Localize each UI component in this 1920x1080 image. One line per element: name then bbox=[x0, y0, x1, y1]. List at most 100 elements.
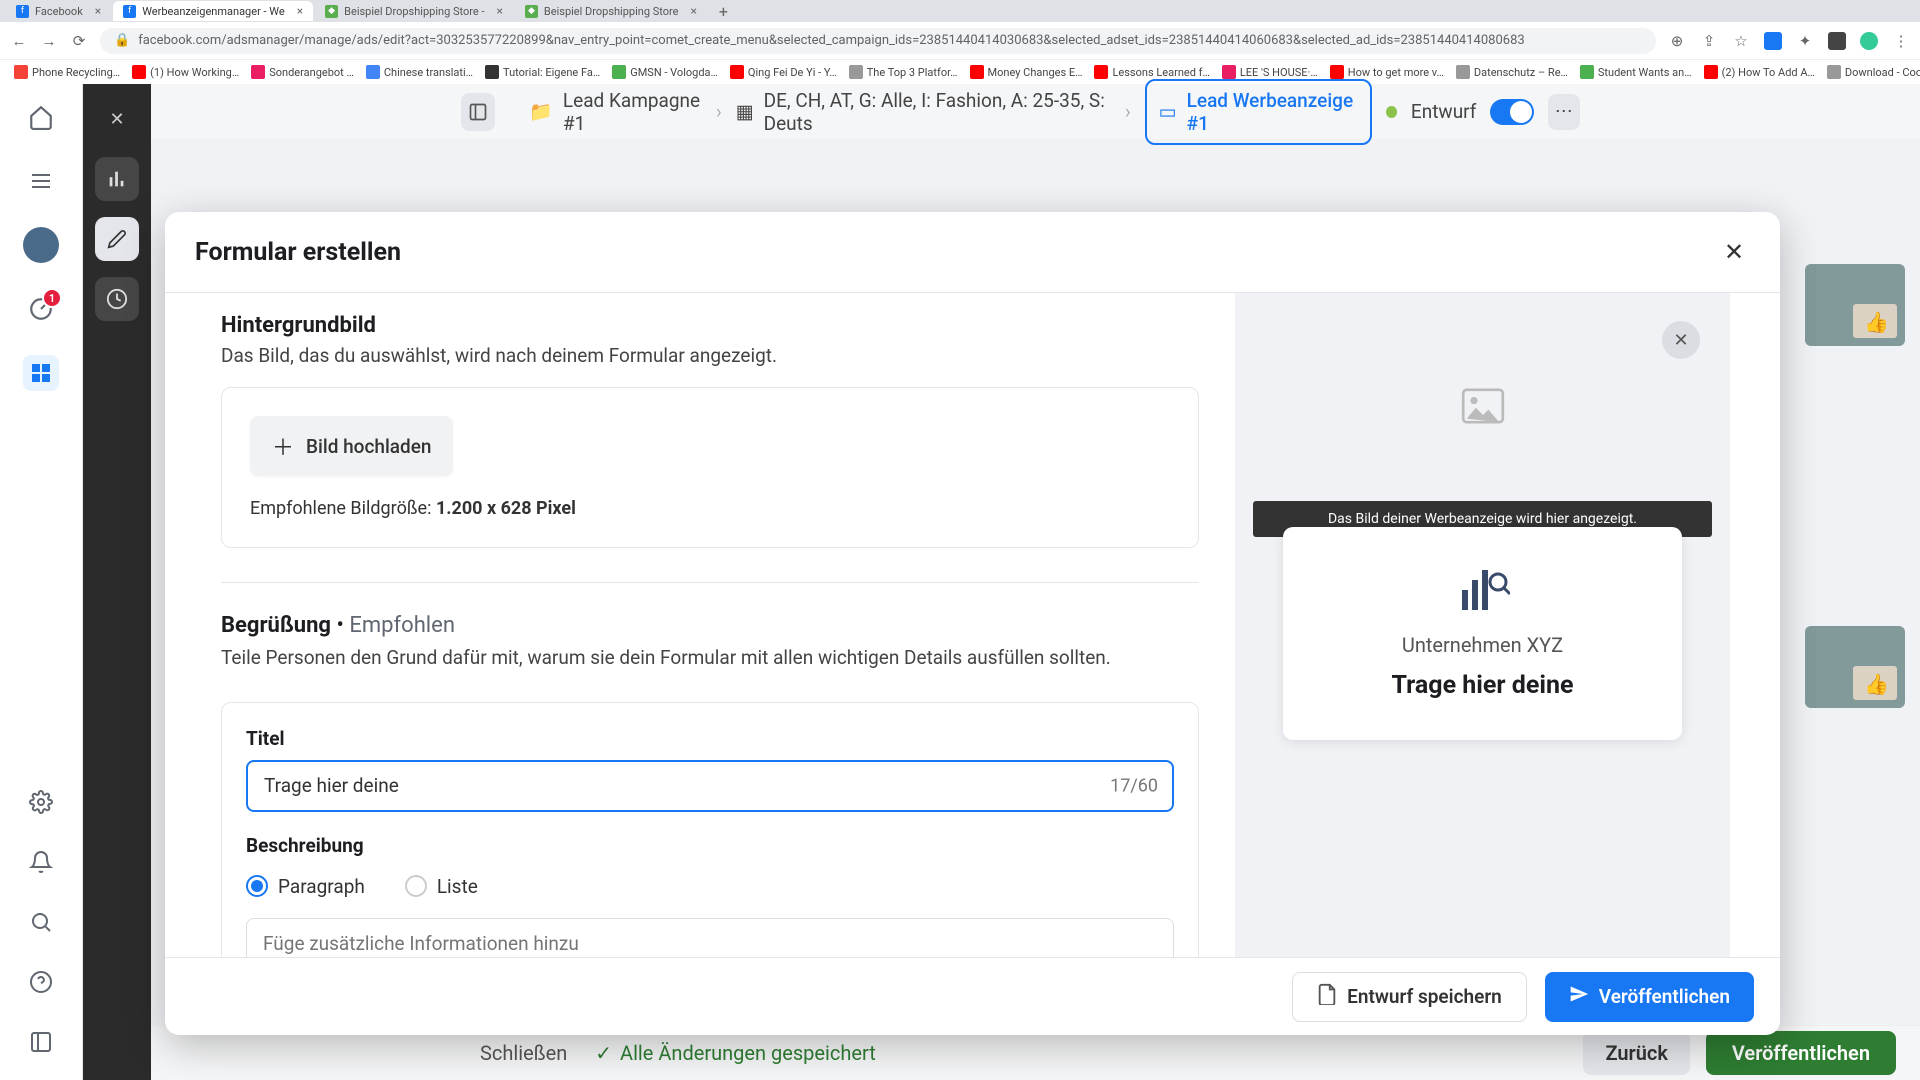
bookmark-item[interactable]: Download - Cooki… bbox=[1823, 63, 1920, 81]
bookmark-item[interactable]: (2) How To Add A… bbox=[1700, 63, 1819, 81]
back-button[interactable]: Zurück bbox=[1583, 1031, 1689, 1075]
preview-image-placeholder bbox=[1253, 311, 1712, 501]
panel-icon[interactable] bbox=[461, 93, 495, 131]
file-icon bbox=[1317, 983, 1337, 1010]
search-icon[interactable] bbox=[23, 904, 59, 940]
radio-list[interactable]: Liste bbox=[405, 875, 478, 898]
url-input[interactable]: 🔒 facebook.com/adsmanager/manage/ads/edi… bbox=[100, 28, 1656, 54]
nav-back-icon[interactable]: ← bbox=[10, 32, 28, 50]
status-label: Entwurf bbox=[1411, 100, 1476, 123]
publish-button[interactable]: Veröffentlichen bbox=[1706, 1031, 1896, 1075]
preview-close-icon[interactable]: ✕ bbox=[1662, 321, 1700, 359]
tab-title: Facebook bbox=[35, 5, 83, 18]
bookmark-item[interactable]: Money Changes E… bbox=[966, 63, 1087, 81]
check-icon: ✓ bbox=[595, 1041, 612, 1065]
radio-paragraph[interactable]: Paragraph bbox=[246, 875, 365, 898]
avatar-icon[interactable] bbox=[23, 227, 59, 263]
status-dot-icon bbox=[1386, 106, 1397, 118]
gauge-icon[interactable]: 1 bbox=[23, 291, 59, 327]
new-tab-button[interactable]: + bbox=[709, 2, 738, 21]
help-icon[interactable] bbox=[23, 964, 59, 1000]
favicon-icon: f bbox=[123, 5, 136, 18]
zoom-icon[interactable]: ⊕ bbox=[1668, 32, 1686, 50]
editor-toolbar: ✕ bbox=[83, 84, 151, 1080]
tab-bar: f Facebook × f Werbeanzeigenmanager - We… bbox=[0, 0, 1920, 22]
notification-badge: 1 bbox=[42, 288, 62, 308]
bookmark-item[interactable]: Chinese translati… bbox=[362, 63, 477, 81]
bookmark-item[interactable]: GMSN - Vologda… bbox=[608, 63, 722, 81]
ads-manager-app: 1 ✕ 📁 Lead Kampagne #1 › ▦ DE, CH, AT, G… bbox=[0, 84, 1920, 1080]
ad-thumb[interactable] bbox=[1805, 626, 1905, 708]
more-options-icon[interactable]: ⋯ bbox=[1548, 94, 1580, 130]
plus-icon: ＋ bbox=[272, 430, 294, 462]
bookmark-item[interactable]: The Top 3 Platfor… bbox=[845, 63, 962, 81]
description-label: Beschreibung bbox=[246, 834, 1174, 857]
company-logo-icon bbox=[1456, 563, 1510, 617]
bookmark-item[interactable]: Sonderangebot … bbox=[247, 63, 358, 81]
modal-title: Formular erstellen bbox=[195, 238, 401, 267]
title-label: Titel bbox=[246, 727, 1174, 750]
close-button[interactable]: Schließen bbox=[480, 1041, 567, 1065]
collapse-icon[interactable] bbox=[23, 1024, 59, 1060]
form-column[interactable]: Hintergrundbild Das Bild, das du auswähl… bbox=[165, 293, 1235, 957]
section-desc-bg: Das Bild, das du auswählst, wird nach de… bbox=[221, 344, 1199, 367]
upload-card: ＋ Bild hochladen Empfohlene Bildgröße: 1… bbox=[221, 387, 1199, 548]
favicon-icon: ◆ bbox=[525, 5, 538, 18]
grid-icon: ▦ bbox=[736, 100, 754, 123]
section-desc-greeting: Teile Personen den Grund dafür mit, waru… bbox=[221, 644, 1199, 672]
share-icon[interactable]: ⇪ bbox=[1700, 32, 1718, 50]
browser-chrome: f Facebook × f Werbeanzeigenmanager - We… bbox=[0, 0, 1920, 84]
recommended-size: Empfohlene Bildgröße: 1.200 x 628 Pixel bbox=[250, 498, 1170, 519]
save-draft-button[interactable]: Entwurf speichern bbox=[1292, 972, 1527, 1022]
bookmark-item[interactable]: Tutorial: Eigene Fa… bbox=[481, 63, 604, 81]
bookmark-item[interactable]: (1) How Working… bbox=[128, 63, 243, 81]
tab-close-icon[interactable]: × bbox=[691, 4, 697, 18]
breadcrumb-campaign[interactable]: 📁 Lead Kampagne #1 › bbox=[529, 89, 721, 135]
history-icon[interactable] bbox=[95, 277, 139, 321]
breadcrumb-bar: 📁 Lead Kampagne #1 › ▦ DE, CH, AT, G: Al… bbox=[151, 84, 1920, 139]
bell-icon[interactable] bbox=[23, 844, 59, 880]
breadcrumb-ad[interactable]: ▭ Lead Werbeanzeige #1 bbox=[1145, 79, 1372, 145]
bookmark-item[interactable]: Qing Fei De Yi - Y… bbox=[726, 63, 841, 81]
browser-tab[interactable]: ◆ Beispiel Dropshipping Store × bbox=[515, 1, 707, 21]
section-title-greeting: Begrüßung • Empfohlen bbox=[221, 613, 1199, 638]
tab-close-icon[interactable]: × bbox=[297, 4, 303, 18]
publish-form-button[interactable]: Veröffentlichen bbox=[1545, 972, 1754, 1022]
extensions-icon[interactable]: ✦ bbox=[1796, 32, 1814, 50]
create-form-modal: Formular erstellen ✕ Hintergrundbild Das… bbox=[165, 212, 1780, 1035]
chart-icon[interactable] bbox=[95, 157, 139, 201]
tab-close-icon[interactable]: × bbox=[95, 4, 101, 18]
breadcrumb-adset[interactable]: ▦ DE, CH, AT, G: Alle, I: Fashion, A: 25… bbox=[736, 89, 1131, 135]
bookmark-item[interactable]: Student Wants an… bbox=[1576, 63, 1696, 81]
settings-icon[interactable] bbox=[23, 784, 59, 820]
folder-icon: 📁 bbox=[529, 100, 553, 123]
home-icon[interactable] bbox=[23, 99, 59, 135]
greeting-field-card: Titel 17/60 Beschreibung Paragraph bbox=[221, 702, 1199, 957]
browser-tab[interactable]: ◆ Beispiel Dropshipping Store - × bbox=[315, 1, 513, 21]
extension-icon[interactable] bbox=[1828, 32, 1846, 50]
extension-icon[interactable] bbox=[1764, 32, 1782, 50]
bookmark-item[interactable]: Datenschutz – Re… bbox=[1452, 63, 1572, 81]
ad-toggle[interactable] bbox=[1490, 99, 1533, 125]
description-type-radios: Paragraph Liste bbox=[246, 875, 1174, 898]
browser-tab[interactable]: f Werbeanzeigenmanager - We × bbox=[113, 1, 313, 21]
tab-title: Werbeanzeigenmanager - We bbox=[142, 5, 285, 18]
title-input[interactable] bbox=[246, 760, 1174, 812]
menu-icon[interactable]: ⋮ bbox=[1892, 32, 1910, 50]
tab-close-icon[interactable]: × bbox=[497, 4, 503, 18]
edit-icon[interactable] bbox=[95, 217, 139, 261]
section-title-bg: Hintergrundbild bbox=[221, 313, 1199, 338]
profile-avatar-icon[interactable] bbox=[1860, 32, 1878, 50]
table-icon[interactable] bbox=[23, 355, 59, 391]
nav-reload-icon[interactable]: ⟳ bbox=[70, 32, 88, 50]
editor-close-icon[interactable]: ✕ bbox=[95, 97, 139, 141]
nav-forward-icon[interactable]: → bbox=[40, 32, 58, 50]
extra-info-input[interactable] bbox=[246, 918, 1174, 957]
modal-close-icon[interactable]: ✕ bbox=[1718, 236, 1750, 268]
upload-image-button[interactable]: ＋ Bild hochladen bbox=[250, 416, 453, 476]
bookmark-star-icon[interactable]: ☆ bbox=[1732, 32, 1750, 50]
bookmark-item[interactable]: Phone Recycling… bbox=[10, 63, 124, 81]
browser-tab[interactable]: f Facebook × bbox=[6, 1, 111, 21]
menu-icon[interactable] bbox=[23, 163, 59, 199]
ad-thumb[interactable] bbox=[1805, 264, 1905, 346]
